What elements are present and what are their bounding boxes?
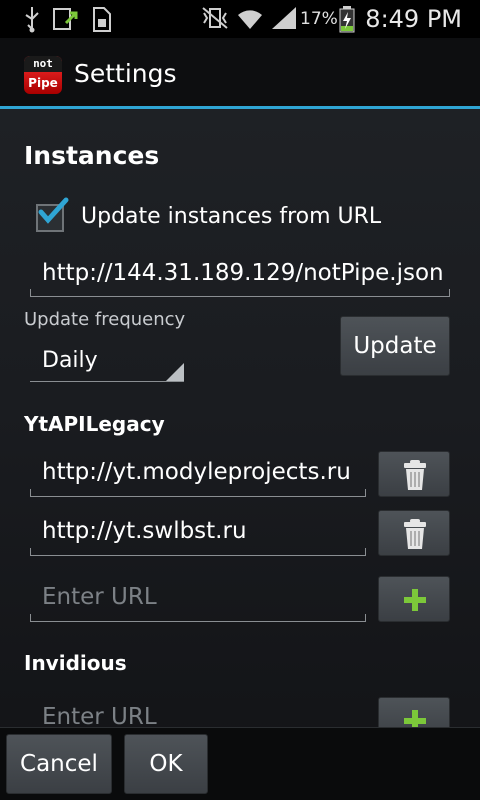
battery-charging-icon <box>338 5 356 39</box>
section-header-invidious: Invidious <box>24 651 127 675</box>
instances-url-field[interactable]: http://144.31.189.129/notPipe.json <box>30 256 450 297</box>
action-bar-divider <box>0 106 480 109</box>
app-logo: not Pipe <box>24 56 62 94</box>
ytapilegacy-url-value: http://yt.swlbst.ru <box>42 518 247 544</box>
logo-bottom-text: Pipe <box>28 76 58 90</box>
add-url-button[interactable] <box>378 576 450 622</box>
vibrate-mute-icon <box>200 5 230 37</box>
battery-percent: 17% <box>300 9 338 29</box>
sd-card-icon <box>90 5 112 39</box>
usb-icon <box>22 5 42 39</box>
ytapilegacy-url-value: http://yt.modyleprojects.ru <box>42 459 351 485</box>
logo-top-text: not <box>24 56 62 72</box>
wifi-icon <box>236 5 264 37</box>
update-button[interactable]: Update <box>340 316 450 376</box>
update-frequency-label: Update frequency <box>24 309 186 330</box>
delete-url-button[interactable] <box>378 451 450 497</box>
plus-icon <box>402 587 428 617</box>
download-icon <box>52 5 80 39</box>
instances-url-value: http://144.31.189.129/notPipe.json <box>42 260 444 286</box>
update-frequency-spinner[interactable]: Daily <box>30 343 184 382</box>
ytapilegacy-placeholder: Enter URL <box>42 584 157 610</box>
action-bar <box>0 38 480 106</box>
ytapilegacy-new-url-input[interactable]: Enter URL <box>30 580 366 622</box>
update-from-url-checkbox-row[interactable]: Update instances from URL <box>34 197 394 236</box>
trash-icon <box>403 459 427 495</box>
clock: 8:49 PM <box>365 5 462 33</box>
ytapilegacy-url-field[interactable]: http://yt.modyleprojects.ru <box>30 455 366 497</box>
ytapilegacy-url-field[interactable]: http://yt.swlbst.ru <box>30 514 366 556</box>
section-header-instances: Instances <box>24 141 160 170</box>
page-title: Settings <box>74 59 177 88</box>
status-bar: 17% 8:49 PM <box>0 0 480 38</box>
delete-url-button[interactable] <box>378 510 450 556</box>
update-frequency-value: Daily <box>42 348 98 373</box>
cancel-button[interactable]: Cancel <box>6 734 112 794</box>
checkmark-icon <box>36 196 70 234</box>
section-header-ytapilegacy: YtAPILegacy <box>24 412 165 436</box>
checkbox-label: Update instances from URL <box>81 204 382 229</box>
dropdown-arrow-icon <box>166 363 184 381</box>
ok-button[interactable]: OK <box>124 734 208 794</box>
signal-icon <box>270 5 298 37</box>
trash-icon <box>403 518 427 554</box>
